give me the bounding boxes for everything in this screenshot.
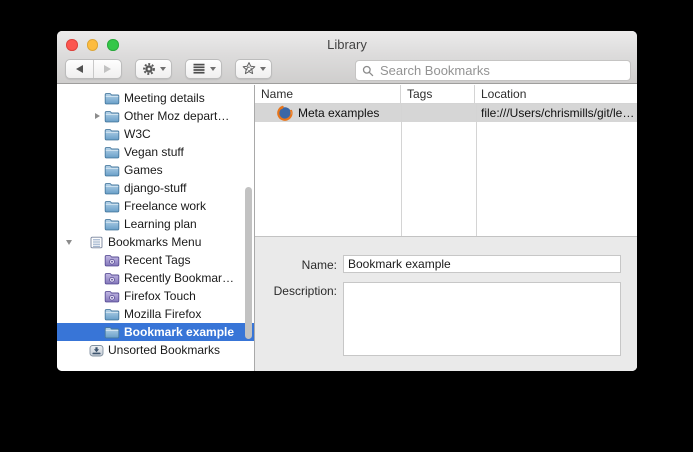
sidebar-item-games[interactable]: Games (57, 161, 254, 179)
smart-folder-icon (104, 289, 120, 303)
list-column-headers: Name Tags Location (255, 85, 637, 104)
folder-icon (104, 181, 120, 195)
unsorted-tray-icon (88, 343, 104, 357)
sidebar-item-mozilla-firefox[interactable]: Mozilla Firefox (57, 305, 254, 323)
forward-button[interactable] (93, 60, 121, 78)
folder-icon (104, 199, 120, 213)
sidebar-item-label: Bookmark example (124, 325, 235, 339)
bookmarks-main-panel: Name Tags Location Meta examples file:///… (255, 85, 637, 371)
column-divider (401, 104, 402, 236)
bookmarks-list: Meta examples file:///Users/chrismills/gi… (255, 104, 637, 236)
sidebar-item-label: Firefox Touch (124, 289, 196, 303)
sidebar-item-bookmark-example[interactable]: Bookmark example (57, 323, 254, 341)
library-window: Library Meeting details Other Moz depart…… (57, 31, 637, 371)
sidebar-item-w3c[interactable]: W3C (57, 125, 254, 143)
bookmark-location: file:///Users/chrismills/git/le… (481, 106, 635, 120)
views-menu-button[interactable] (185, 59, 222, 79)
description-field-label: Description: (273, 284, 337, 298)
smart-folder-icon (104, 271, 120, 285)
actions-menu-button[interactable] (135, 59, 172, 79)
sidebar-item-label: Other Moz depart… (124, 109, 230, 123)
sidebar-item-other-moz-depart[interactable]: Other Moz depart… (57, 107, 254, 125)
history-nav-group (65, 59, 122, 79)
disclosure-triangle-collapsed-icon[interactable] (90, 113, 104, 119)
bookmarks-sidebar: Meeting details Other Moz depart… W3C Vegan… (57, 85, 255, 371)
sidebar-item-bookmarks-menu[interactable]: Bookmarks Menu (57, 233, 254, 251)
sidebar-item-firefox-touch[interactable]: Firefox Touch (57, 287, 254, 305)
bookmark-name: Meta examples (298, 106, 380, 120)
window-title: Library (327, 37, 367, 52)
sidebar-item-label: Bookmarks Menu (108, 235, 202, 249)
folder-icon (104, 325, 120, 339)
disclosure-triangle-expanded-icon[interactable] (62, 239, 76, 245)
star-sync-icon (241, 61, 257, 77)
sidebar-item-label: Mozilla Firefox (124, 307, 202, 321)
column-header-name[interactable]: Name (255, 85, 401, 103)
folder-icon (104, 163, 120, 177)
back-button[interactable] (66, 60, 93, 78)
sidebar-item-label: W3C (124, 127, 151, 141)
firefox-icon (277, 105, 293, 121)
chevron-down-icon (260, 67, 266, 71)
folder-icon (104, 307, 120, 321)
sidebar-item-label: Recently Bookmar… (124, 271, 235, 285)
sidebar-item-label: Meeting details (124, 91, 205, 105)
folder-icon (104, 127, 120, 141)
sidebar-item-label: Freelance work (124, 199, 207, 213)
sidebar-item-label: Games (124, 163, 163, 177)
search-icon (362, 65, 374, 77)
sidebar-item-recent-tags[interactable]: Recent Tags (57, 251, 254, 269)
sidebar-item-label: django-stuff (124, 181, 187, 195)
list-view-icon (191, 61, 207, 77)
sidebar-item-vegan-stuff[interactable]: Vegan stuff (57, 143, 254, 161)
folder-icon (104, 109, 120, 123)
bookmark-details-pane: Name: Description: (255, 236, 637, 371)
chevron-down-icon (160, 67, 166, 71)
sidebar-item-django-stuff[interactable]: django-stuff (57, 179, 254, 197)
search-field (355, 60, 631, 81)
sidebar-item-unsorted-bookmarks[interactable]: Unsorted Bookmarks (57, 341, 254, 359)
sidebar-item-learning-plan[interactable]: Learning plan (57, 215, 254, 233)
bookmark-row-meta-examples[interactable]: Meta examples file:///Users/chrismills/gi… (255, 104, 637, 122)
sidebar-item-recently-bookmar[interactable]: Recently Bookmar… (57, 269, 254, 287)
column-header-tags[interactable]: Tags (401, 85, 475, 103)
sidebar-item-label: Vegan stuff (124, 145, 184, 159)
folder-icon (104, 145, 120, 159)
smart-folder-icon (104, 253, 120, 267)
sidebar-item-meeting-details[interactable]: Meeting details (57, 89, 254, 107)
column-header-location[interactable]: Location (475, 85, 637, 103)
sidebar-tree: Meeting details Other Moz depart… W3C Vegan… (57, 89, 254, 359)
column-divider (476, 104, 477, 236)
folder-icon (104, 91, 120, 105)
import-backup-menu-button[interactable] (235, 59, 272, 79)
back-arrow-icon (76, 65, 83, 73)
name-field[interactable] (343, 255, 621, 273)
gear-icon (141, 61, 157, 77)
search-input[interactable] (378, 62, 624, 79)
bookmarks-menu-icon (88, 235, 104, 249)
window-content: Meeting details Other Moz depart… W3C Vegan… (57, 85, 637, 371)
window-header: Library (57, 31, 637, 84)
sidebar-item-label: Unsorted Bookmarks (108, 343, 221, 357)
bookmark-tags (401, 104, 476, 122)
sidebar-scrollbar-thumb[interactable] (245, 187, 252, 339)
name-field-label: Name: (301, 258, 337, 272)
sidebar-item-label: Learning plan (124, 217, 197, 231)
description-field[interactable] (343, 282, 621, 356)
sidebar-item-label: Recent Tags (124, 253, 191, 267)
forward-arrow-icon (104, 65, 111, 73)
folder-icon (104, 217, 120, 231)
chevron-down-icon (210, 67, 216, 71)
sidebar-item-freelance-work[interactable]: Freelance work (57, 197, 254, 215)
